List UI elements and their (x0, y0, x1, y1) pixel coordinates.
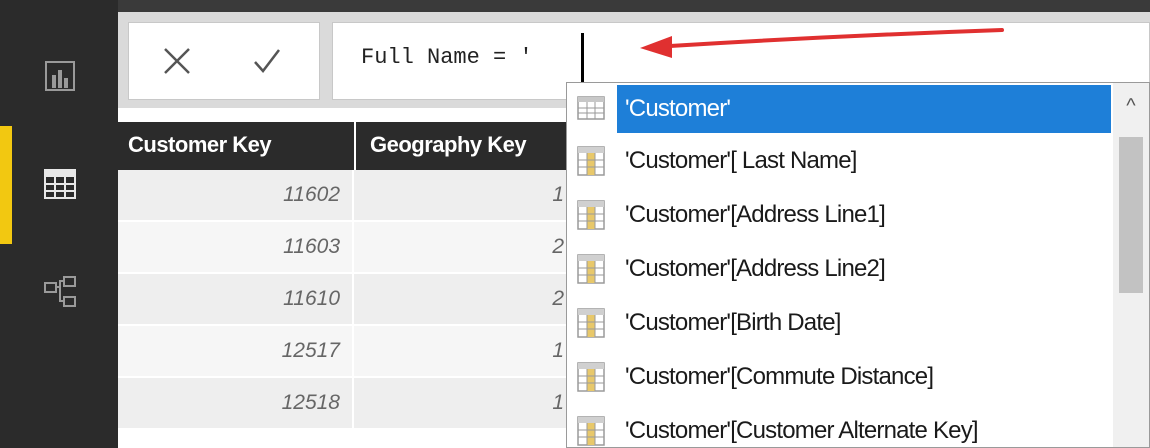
relationships-icon (43, 275, 77, 309)
geography-key-cell: 2 (552, 287, 564, 310)
autocomplete-item-customer-alternate-key[interactable]: 'Customer'[Customer Alternate Key] (567, 405, 1115, 447)
autocomplete-scrollbar[interactable]: ^ (1113, 83, 1149, 447)
geography-key-cell: 1 (552, 183, 564, 206)
table-body: 11602 1 11603 2 11610 2 12517 1 12518 1 (118, 170, 570, 430)
item-label-wrap: 'Customer'[Address Line2] (617, 245, 1111, 293)
scroll-up-button[interactable]: ^ (1113, 83, 1149, 129)
column-header-customer-key[interactable]: Customer Key (128, 122, 272, 170)
customer-key-cell: 11602 (283, 183, 340, 206)
autocomplete-item-birth-date[interactable]: 'Customer'[Birth Date] (567, 297, 1115, 347)
table-row[interactable]: 11603 2 (118, 222, 570, 274)
checkmark-icon (252, 46, 282, 81)
autocomplete-item-customer[interactable]: 'Customer' (567, 83, 1115, 133)
autocomplete-item-address-line2[interactable]: 'Customer'[Address Line2] (567, 243, 1115, 293)
scrollbar-thumb[interactable] (1119, 137, 1143, 293)
commit-button[interactable] (245, 41, 289, 85)
autocomplete-item-label: 'Customer'[Address Line1] (625, 201, 886, 228)
item-label-wrap: 'Customer'[Birth Date] (617, 299, 1111, 347)
column-icon (575, 306, 607, 345)
close-icon (162, 46, 192, 81)
column-icon (575, 144, 607, 183)
table-row[interactable]: 11602 1 (118, 170, 570, 222)
customer-key-cell: 12518 (281, 391, 340, 414)
autocomplete-item-label: 'Customer'[ Last Name] (625, 147, 857, 174)
column-icon (575, 360, 607, 399)
autocomplete-item-commute-distance[interactable]: 'Customer'[Commute Distance] (567, 351, 1115, 401)
column-icon (575, 414, 607, 447)
cancel-button[interactable] (155, 41, 199, 85)
selection-highlight: 'Customer' (617, 85, 1111, 133)
item-label-wrap: 'Customer'[Commute Distance] (617, 353, 1111, 401)
report-icon (45, 61, 75, 91)
item-label-wrap: 'Customer'[ Last Name] (617, 137, 1111, 185)
customer-key-cell: 11603 (283, 235, 340, 258)
autocomplete-item-label: 'Customer'[Customer Alternate Key] (625, 417, 979, 444)
table-icon (575, 92, 607, 129)
autocomplete-item-label: 'Customer'[Birth Date] (625, 309, 841, 336)
formula-text: Full Name = ' (361, 45, 533, 70)
geography-key-cell: 1 (552, 339, 564, 362)
model-view-button[interactable] (38, 270, 82, 314)
formula-commands (128, 22, 320, 100)
item-label-wrap: 'Customer'[Address Line1] (617, 191, 1111, 239)
table-row[interactable]: 11610 2 (118, 274, 570, 326)
autocomplete-item-label: 'Customer'[Address Line2] (625, 255, 886, 282)
report-view-button[interactable] (38, 54, 82, 98)
geography-key-cell: 1 (552, 391, 564, 414)
annotation-arrow (640, 28, 1004, 58)
data-view-button[interactable] (38, 162, 82, 206)
active-view-indicator (0, 126, 12, 244)
autocomplete-item-address-line1[interactable]: 'Customer'[Address Line1] (567, 189, 1115, 239)
column-icon (575, 198, 607, 237)
table-row[interactable]: 12517 1 (118, 326, 570, 378)
view-rail (0, 0, 118, 448)
column-header-geography-key[interactable]: Geography Key (370, 122, 527, 170)
autocomplete-item-label: 'Customer'[Commute Distance] (625, 363, 934, 390)
column-separator (354, 122, 356, 170)
customer-key-cell: 12517 (281, 339, 340, 362)
geography-key-cell: 2 (552, 235, 564, 258)
autocomplete-list: 'Customer' 'Customer'[ Last Name] 'Custo… (566, 82, 1150, 448)
customer-key-cell: 11610 (283, 287, 340, 310)
autocomplete-item-last-name[interactable]: 'Customer'[ Last Name] (567, 135, 1115, 185)
item-label-wrap: 'Customer'[Customer Alternate Key] (617, 407, 1111, 447)
autocomplete-item-label: 'Customer' (625, 95, 731, 122)
data-icon (44, 169, 76, 199)
column-icon (575, 252, 607, 291)
table-header: Customer Key Geography Key (118, 122, 570, 170)
chevron-up-icon: ^ (1126, 94, 1136, 117)
table-row[interactable]: 12518 1 (118, 378, 570, 430)
